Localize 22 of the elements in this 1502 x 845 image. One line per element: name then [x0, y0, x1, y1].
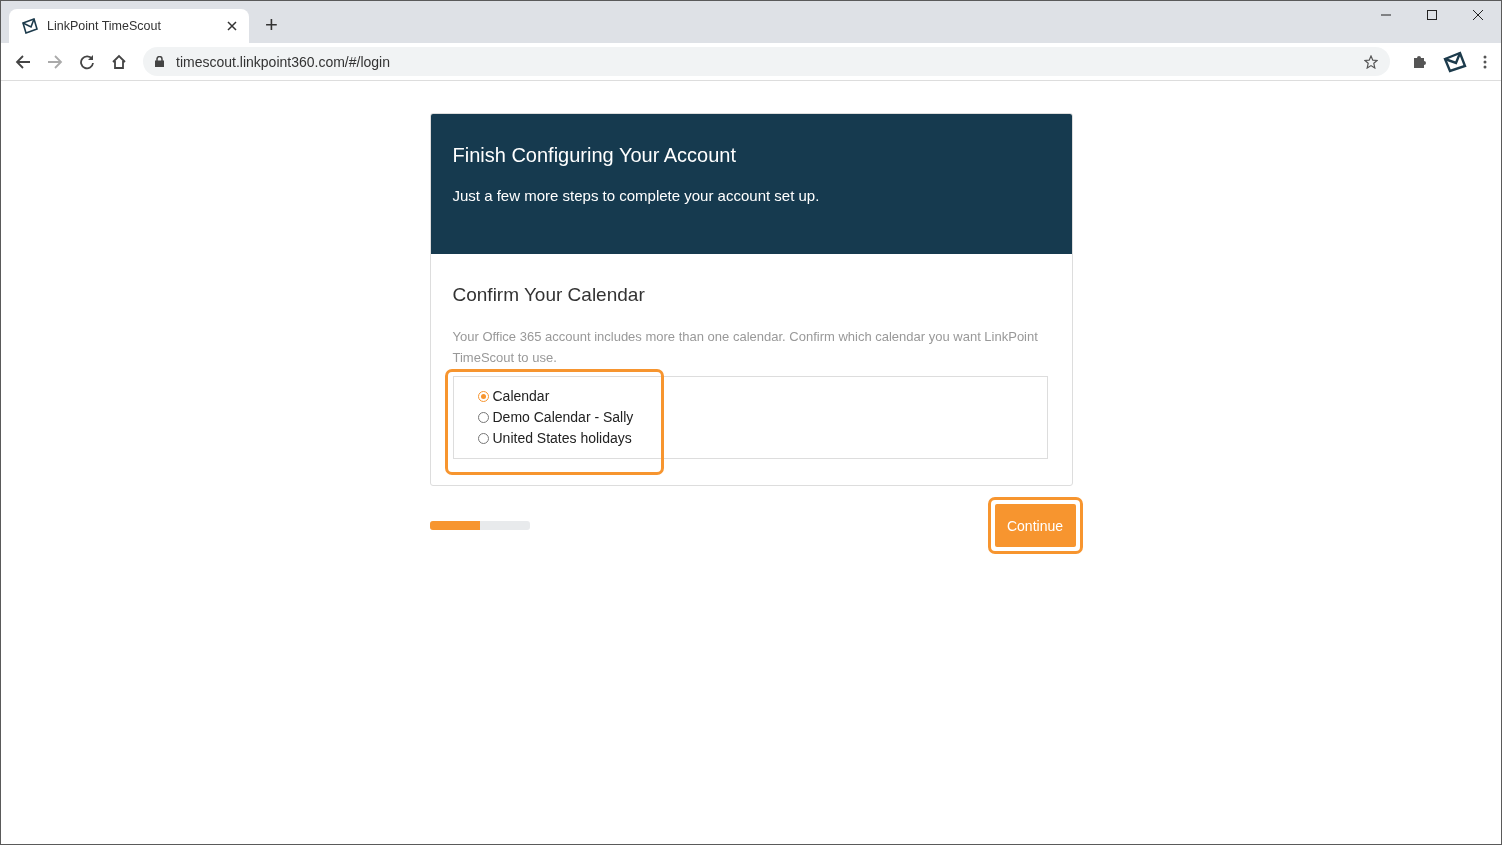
header-title: Finish Configuring Your Account — [452, 144, 737, 167]
puzzle-icon[interactable] — [1412, 54, 1427, 69]
section-description: Your Office 365 account includes more than one calendar. Confirm which calendar you want LinkPoint TimeScout to use. — [452, 328, 1039, 367]
back-arrow-icon[interactable] — [15, 53, 31, 70]
calendar-option[interactable]: United States holidays — [477, 430, 632, 446]
section-title: Confirm Your Calendar — [452, 284, 646, 306]
star-icon[interactable] — [1364, 54, 1378, 69]
calendar-option[interactable]: Demo Calendar - Sally — [477, 409, 634, 425]
menu-icon[interactable] — [1483, 54, 1487, 69]
lock-icon — [155, 56, 164, 67]
calendar-option[interactable]: Calendar — [477, 388, 550, 404]
envelope-icon — [21, 18, 39, 34]
reload-icon[interactable] — [79, 53, 95, 70]
envelope-icon[interactable] — [1443, 50, 1467, 73]
close-icon[interactable] — [1472, 9, 1484, 21]
close-icon[interactable] — [227, 21, 237, 31]
header-subtitle: Just a few more steps to complete your account set up. — [452, 187, 821, 204]
maximize-icon[interactable] — [1426, 9, 1438, 21]
address-bar[interactable]: timescout.linkpoint360.com/#/login — [143, 47, 1390, 76]
browser-tab[interactable]: LinkPoint TimeScout — [9, 9, 249, 43]
home-icon[interactable] — [111, 53, 127, 70]
new-tab-button[interactable]: + — [265, 12, 278, 38]
